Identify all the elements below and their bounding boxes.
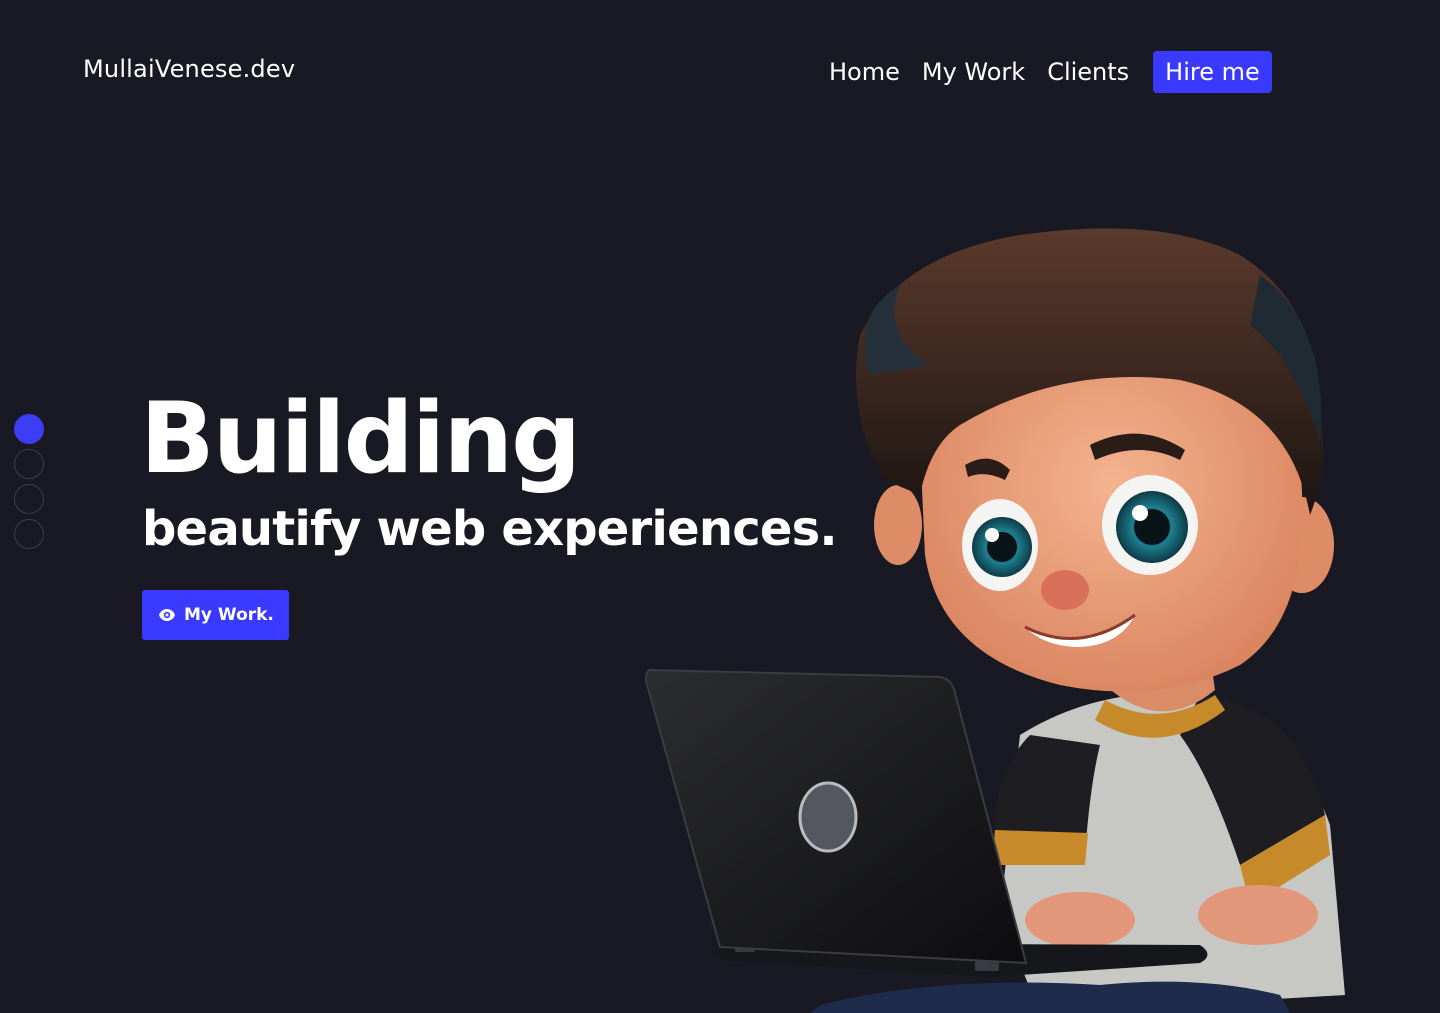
nav-item-home[interactable]: Home	[829, 51, 900, 93]
slide-dot-4[interactable]	[14, 519, 44, 549]
nav-item-clients[interactable]: Clients	[1047, 51, 1129, 93]
hire-me-button[interactable]: Hire me	[1153, 51, 1272, 93]
cartoon-boy-with-laptop-illustration	[644, 228, 1345, 1013]
nav-item-my-work[interactable]: My Work	[922, 51, 1025, 93]
slide-indicator	[14, 414, 44, 549]
slide-dot-3[interactable]	[14, 484, 44, 514]
my-work-button[interactable]: My Work.	[142, 590, 289, 640]
my-work-button-label: My Work.	[184, 605, 274, 625]
slide-dot-1[interactable]	[14, 414, 44, 444]
brand-logo[interactable]: MullaiVenese.dev	[83, 55, 295, 83]
hero-title: Building	[140, 382, 581, 496]
eye-icon	[158, 608, 176, 622]
page: MullaiVenese.dev Home My Work Clients Hi…	[0, 0, 1440, 1013]
slide-dot-2[interactable]	[14, 449, 44, 479]
main-nav: Home My Work Clients Hire me	[829, 51, 1272, 93]
